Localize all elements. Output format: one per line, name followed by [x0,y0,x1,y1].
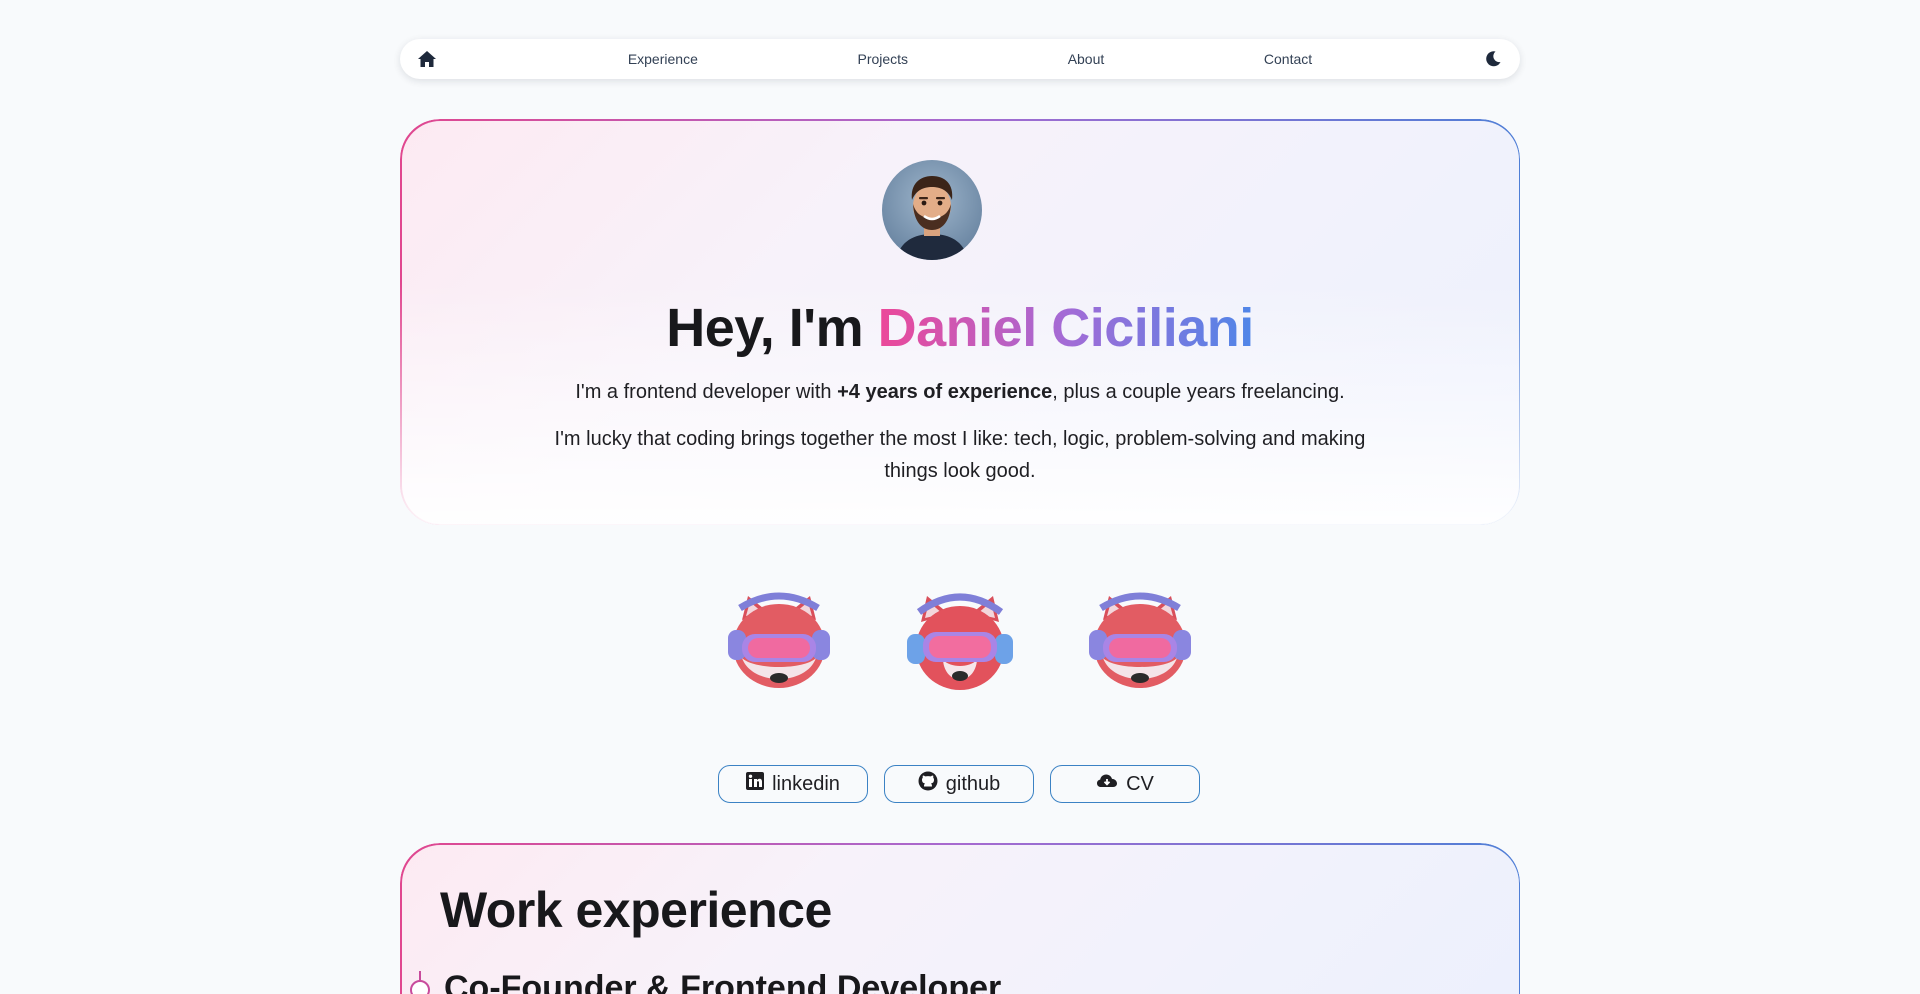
moon-icon[interactable] [1482,48,1504,70]
hero-description: I'm lucky that coding brings together th… [554,428,1366,482]
nav-link-about[interactable]: About [1068,51,1105,67]
linkedin-button[interactable]: linkedin [718,765,868,803]
hero-card: Hey, I'm Daniel Ciciliani I'm a frontend… [400,119,1520,525]
work-experience-card: Work experience Co-Founder & Frontend De… [400,843,1520,994]
linkedin-icon [746,772,765,796]
job-title: Co-Founder & Frontend Developer [444,969,1002,994]
hero-intro-end: , plus a couple years freelancing. [1052,381,1345,403]
top-navbar: Experience Projects About Contact [400,39,1520,79]
social-links: linkedin github CV [718,765,1200,803]
cloud-download-icon [1096,772,1118,796]
hero-name: Daniel Ciciliani [877,298,1255,358]
avatar [882,160,982,260]
red-panda-image [1085,590,1195,700]
nav-link-contact[interactable]: Contact [1264,51,1312,67]
nav-link-projects[interactable]: Projects [857,51,908,67]
hero-intro-start: I'm a frontend developer with [575,381,838,403]
github-icon [918,771,938,797]
red-panda-row [0,590,1920,700]
github-label: github [945,772,1001,795]
cv-label: CV [1126,772,1154,795]
timeline-dot [410,980,430,994]
work-experience-title: Work experience [440,882,832,938]
red-panda-image [724,590,834,700]
hero-greeting: Hey, I'm [666,298,878,358]
page: Experience Projects About Contact Hey, I… [0,0,1920,994]
linkedin-label: linkedin [772,772,840,795]
home-icon[interactable] [416,48,438,70]
hero-intro: I'm a frontend developer with +4 years o… [400,381,1520,404]
nav-links: Experience Projects About Contact [438,51,1482,67]
nav-link-experience[interactable]: Experience [628,51,698,67]
cv-download-button[interactable]: CV [1050,765,1200,803]
hero-intro-highlight: +4 years of experience [837,381,1053,403]
red-panda-image [905,590,1015,700]
hero-title: Hey, I'm Daniel Ciciliani [400,297,1520,359]
github-button[interactable]: github [884,765,1034,803]
